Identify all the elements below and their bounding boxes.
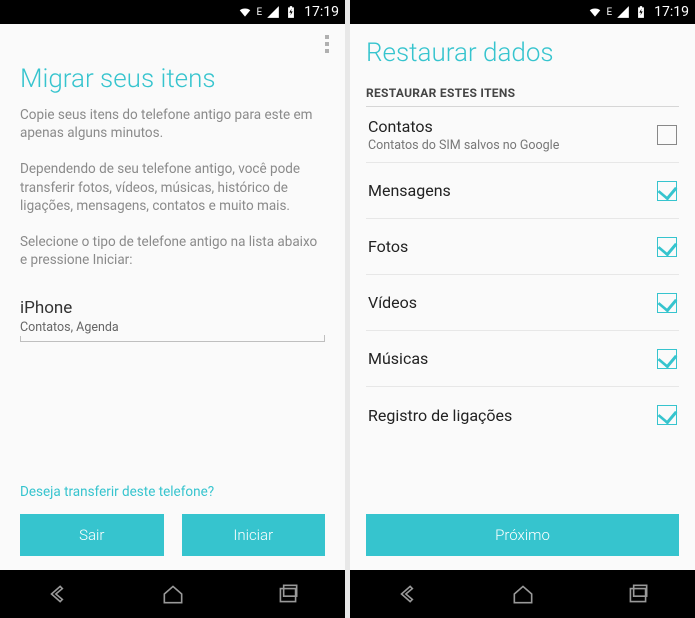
item-label: Registro de ligações	[368, 406, 657, 425]
wifi-icon	[588, 5, 602, 19]
nav-bar	[350, 570, 695, 618]
status-bar: E 17:19	[350, 0, 695, 24]
checkbox[interactable]	[657, 181, 677, 201]
header-row	[0, 24, 345, 64]
battery-icon	[634, 5, 648, 19]
page-title: Restaurar dados	[366, 38, 679, 68]
phone-left: E 17:19 Migrar seus itens Copie seus ite…	[0, 0, 345, 618]
network-type: E	[606, 7, 612, 18]
intro-paragraph-3: Selecione o tipo de telefone antigo na l…	[20, 233, 325, 269]
section-header: RESTAURAR ESTES ITENS	[366, 86, 679, 107]
clock: 17:19	[654, 4, 689, 20]
nav-back-icon[interactable]	[395, 581, 421, 607]
nav-home-icon[interactable]	[510, 581, 536, 607]
item-label: Músicas	[368, 349, 657, 368]
checkbox[interactable]	[657, 293, 677, 313]
item-label: Fotos	[368, 237, 657, 256]
checkbox[interactable]	[657, 125, 677, 145]
nav-home-icon[interactable]	[160, 581, 186, 607]
start-button[interactable]: Iniciar	[182, 514, 326, 556]
list-item-musicas[interactable]: Músicas	[366, 331, 679, 387]
phone-type-selector[interactable]: iPhone Contatos, Agenda	[20, 292, 325, 342]
phone-right: E 17:19 Restaurar dados RESTAURAR ESTES …	[350, 0, 695, 618]
clock: 17:19	[304, 4, 339, 20]
item-sub: Contatos do SIM salvos no Google	[368, 138, 657, 153]
checkbox[interactable]	[657, 405, 677, 425]
list-item-contatos[interactable]: Contatos Contatos do SIM salvos no Googl…	[366, 107, 679, 163]
button-row: Sair Iniciar	[20, 514, 325, 556]
list-item-mensagens[interactable]: Mensagens	[366, 163, 679, 219]
nav-bar	[0, 570, 345, 618]
screen-restore: Restaurar dados RESTAURAR ESTES ITENS Co…	[350, 24, 695, 570]
exit-button[interactable]: Sair	[20, 514, 164, 556]
status-bar: E 17:19	[0, 0, 345, 24]
checkbox[interactable]	[657, 349, 677, 369]
list-item-videos[interactable]: Vídeos	[366, 275, 679, 331]
item-label: Mensagens	[368, 181, 657, 200]
nav-back-icon[interactable]	[45, 581, 71, 607]
battery-icon	[284, 5, 298, 19]
signal-icon	[266, 5, 280, 19]
restore-list: Contatos Contatos do SIM salvos no Googl…	[366, 107, 679, 506]
list-item-fotos[interactable]: Fotos	[366, 219, 679, 275]
checkbox[interactable]	[657, 237, 677, 257]
network-type: E	[256, 7, 262, 18]
intro-paragraph-2: Dependendo de seu telefone antigo, você …	[20, 160, 325, 215]
item-label: Vídeos	[368, 293, 657, 312]
signal-icon	[616, 5, 630, 19]
page-title: Migrar seus itens	[20, 64, 325, 94]
overflow-menu-icon[interactable]	[319, 29, 335, 59]
content: Restaurar dados RESTAURAR ESTES ITENS Co…	[350, 24, 695, 570]
selector-sub: Contatos, Agenda	[20, 320, 325, 335]
next-button[interactable]: Próximo	[366, 514, 679, 556]
transfer-from-this-phone-link[interactable]: Deseja transferir deste telefone?	[20, 466, 325, 500]
list-item-registro[interactable]: Registro de ligações	[366, 387, 679, 443]
intro-paragraph-1: Copie seus itens do telefone antigo para…	[20, 106, 325, 142]
wifi-icon	[238, 5, 252, 19]
screen-migrate: Migrar seus itens Copie seus itens do te…	[0, 24, 345, 570]
content: Migrar seus itens Copie seus itens do te…	[0, 64, 345, 570]
item-label: Contatos	[368, 117, 657, 136]
selector-value: iPhone	[20, 298, 325, 318]
nav-recent-icon[interactable]	[625, 581, 651, 607]
nav-recent-icon[interactable]	[275, 581, 301, 607]
